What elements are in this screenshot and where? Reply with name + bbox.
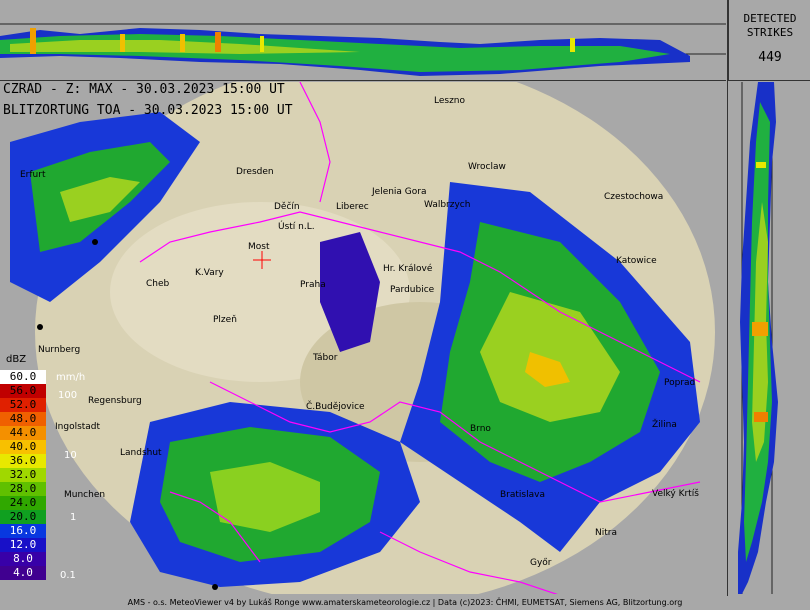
city-label: Cheb bbox=[146, 279, 170, 289]
legend-level: 36.0 bbox=[0, 454, 46, 468]
city-label: Leszno bbox=[434, 96, 466, 106]
legend-level: 44.0 bbox=[0, 426, 46, 440]
city-label: Plzeň bbox=[213, 315, 237, 325]
city-label: Ingolstadt bbox=[55, 422, 101, 432]
side-profile-graphic bbox=[738, 82, 778, 594]
rain-mark: 10 bbox=[64, 450, 77, 461]
city-label: Děčín bbox=[274, 202, 300, 212]
city-label: Landshut bbox=[120, 448, 162, 458]
legend-level: 60.0 bbox=[0, 370, 46, 384]
legend-level: 28.0 bbox=[0, 482, 46, 496]
top-profile-strip bbox=[0, 0, 726, 81]
strikes-title-line1: DETECTED bbox=[743, 12, 797, 25]
legend-level: 20.0 bbox=[0, 510, 46, 524]
city-label: Bratislava bbox=[500, 490, 545, 500]
dbz-unit-label: dBZ bbox=[6, 354, 27, 365]
rain-mark: 1 bbox=[70, 512, 77, 523]
city-label: Hr. Králové bbox=[383, 264, 433, 274]
city-label: Most bbox=[248, 242, 270, 252]
city-label: Č.Budějovice bbox=[306, 402, 365, 412]
radar-product-title: CZRAD - Z: MAX - 30.03.2023 15:00 UT bbox=[3, 82, 285, 97]
city-label: Praha bbox=[300, 280, 326, 290]
rain-mark: 100 bbox=[58, 390, 78, 401]
city-label: Wroclaw bbox=[468, 162, 506, 172]
city-label: Győr bbox=[530, 558, 552, 568]
city-label: Poprad bbox=[664, 378, 696, 388]
city-label: Tábor bbox=[313, 353, 338, 363]
city-label: Walbrzych bbox=[424, 200, 471, 210]
city-label: Nitra bbox=[595, 528, 617, 538]
city-label: Jelenia Gora bbox=[372, 187, 427, 197]
city-label: Ústí n.L. bbox=[278, 222, 315, 232]
city-label: Katowice bbox=[616, 256, 657, 266]
legend-level: 56.0 bbox=[0, 384, 46, 398]
detected-strikes-box: DETECTED STRIKES 449 bbox=[728, 0, 810, 81]
legend-level: 48.0 bbox=[0, 412, 46, 426]
legend-level: 32.0 bbox=[0, 468, 46, 482]
city-label: Velký Krtíš bbox=[652, 489, 699, 499]
lightning-product-title: BLITZORTUNG TOA - 30.03.2023 15:00 UT bbox=[3, 103, 293, 118]
radar-map-graphic bbox=[10, 57, 715, 607]
city-label: Erfurt bbox=[20, 170, 46, 180]
legend-level: 40.0 bbox=[0, 440, 46, 454]
legend-level: 8.0 bbox=[0, 552, 46, 566]
footer-credit: AMS - o.s. MeteoViewer v4 by Lukáš Ronge… bbox=[0, 596, 810, 610]
city-label: Liberec bbox=[336, 202, 369, 212]
strikes-title-line2: STRIKES bbox=[746, 26, 794, 39]
city-label: Munchen bbox=[64, 490, 106, 500]
top-profile-graphic bbox=[0, 23, 726, 76]
city-label: Dresden bbox=[236, 167, 274, 177]
city-label: K.Vary bbox=[195, 268, 224, 278]
mmh-unit-label: mm/h bbox=[56, 372, 86, 383]
radar-map[interactable]: Leszno Erfurt Dresden Wroclaw Jelenia Go… bbox=[0, 57, 726, 607]
city-label: Czestochowa bbox=[604, 192, 664, 202]
city-label: Regensburg bbox=[88, 396, 142, 406]
city-label: Nurnberg bbox=[38, 345, 81, 355]
strikes-count: 449 bbox=[758, 50, 782, 65]
city-label: Brno bbox=[470, 424, 491, 434]
legend-level: 4.0 bbox=[0, 566, 46, 580]
city-label: Žilina bbox=[652, 420, 677, 430]
legend-level: 16.0 bbox=[0, 524, 46, 538]
legend-level: 12.0 bbox=[0, 538, 46, 552]
legend-level: 52.0 bbox=[0, 398, 46, 412]
legend-level: 24.0 bbox=[0, 496, 46, 510]
side-profile-strip bbox=[728, 82, 810, 594]
rain-mark: 0.1 bbox=[60, 570, 76, 581]
city-label: Pardubice bbox=[390, 285, 435, 295]
